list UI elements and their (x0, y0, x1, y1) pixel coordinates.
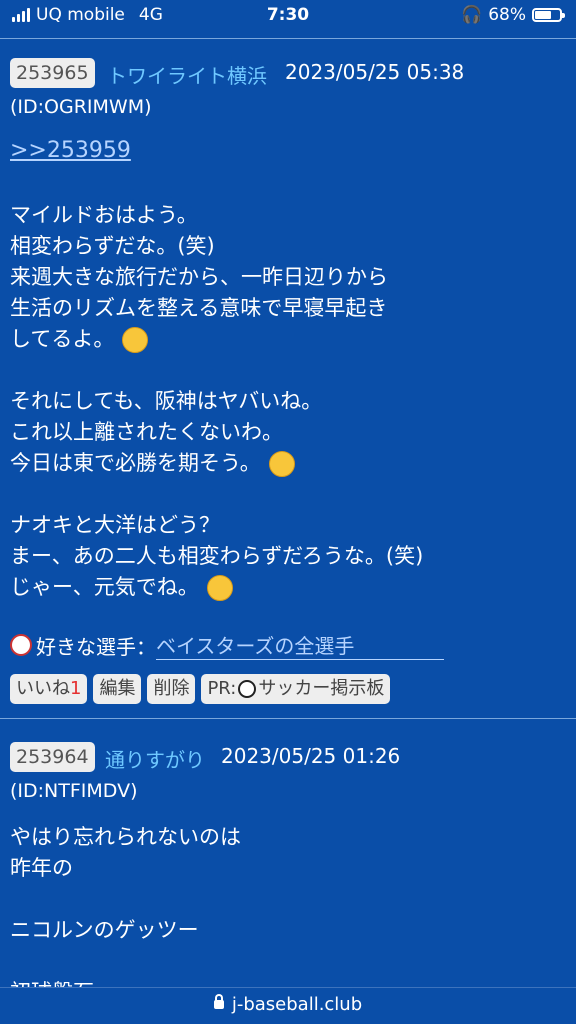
post-number[interactable]: 253965 (10, 58, 95, 88)
post-line: マイルドおはよう。 (10, 203, 198, 227)
post-number[interactable]: 253964 (10, 742, 95, 772)
post-line (10, 884, 241, 915)
status-bar: UQ mobile 4G 7:30 🎧 68% (0, 0, 576, 32)
edit-button[interactable]: 編集 (93, 674, 142, 704)
post-body: やはり忘れられないのは 昨年の ニコルンのゲッツー 初球盤石 (10, 822, 241, 1008)
post-line: じゃー、元気でね。 (10, 572, 423, 603)
post-line: ナオキと大洋はどう？ (10, 513, 220, 537)
smiling-face-icon (206, 575, 233, 601)
post-author[interactable]: トワイライト横浜 (107, 60, 267, 89)
headphones-icon: 🎧 (461, 5, 483, 25)
post-line: それにしても、阪神はヤバいね。 (10, 389, 323, 413)
post-line: してるよ。 (10, 324, 423, 355)
post-user-id: (ID:NTFIMDV) (10, 780, 138, 802)
divider (0, 38, 576, 39)
post-line: 相変わらずだな。(笑) (10, 234, 215, 258)
like-button[interactable]: いいね1 (10, 674, 88, 704)
post-line (10, 479, 423, 510)
post-line: これ以上離されたくないわ。 (10, 420, 283, 444)
post-datetime: 2023/05/25 01:26 (221, 744, 401, 768)
battery-percent: 68% (488, 5, 526, 25)
post-body: マイルドおはよう。 相変わらずだな。(笑) 来週大きな旅行だから、一昨日辺りから… (10, 200, 423, 603)
like-count: 1 (70, 678, 82, 699)
post-header: 253964 通りすがり 2023/05/25 01:26 (0, 740, 576, 780)
smiling-face-icon (268, 451, 295, 477)
post-line: まー、あの二人も相変わらずだろうな。(笑) (10, 544, 424, 568)
baseball-icon (10, 634, 32, 656)
post-line: 今日は東で必勝を期そう。 (10, 448, 423, 479)
post-datetime: 2023/05/25 05:38 (285, 60, 465, 84)
favorite-label: 好きな選手： (36, 634, 156, 659)
favorite-player: 好きな選手： ベイスターズの全選手 (10, 630, 445, 660)
lock-icon (213, 994, 224, 1009)
post-actions: いいね1 編集 削除 PR: サッカー掲示板 (10, 674, 391, 704)
post-author[interactable]: 通りすがり (105, 744, 205, 773)
post-header: 253965 トワイライト横浜 2023/05/25 05:38 (0, 56, 576, 96)
winking-face-icon (122, 327, 149, 353)
url-domain: j-baseball.club (231, 994, 363, 1015)
post-line (10, 946, 241, 977)
post-line (10, 355, 423, 386)
favorite-player-link[interactable]: ベイスターズの全選手 (156, 630, 445, 660)
divider (0, 718, 576, 719)
post-line: やはり忘れられないのは (10, 825, 241, 849)
delete-button[interactable]: 削除 (147, 674, 196, 704)
post-line: 昨年の (10, 856, 73, 880)
battery-icon (532, 8, 565, 22)
post-line: ニコルンのゲッツー (10, 918, 199, 942)
post-line: 生活のリズムを整える意味で早寝早起き (10, 296, 388, 320)
url-bar[interactable]: j-baseball.club (0, 987, 576, 1024)
post-line: 来週大きな旅行だから、一昨日辺りから (10, 265, 388, 289)
soccer-ball-icon (238, 680, 257, 698)
post-user-id: (ID:OGRIMWM) (10, 96, 152, 118)
reply-anchor-link[interactable]: >>253959 (10, 138, 131, 163)
post: 253964 通りすがり 2023/05/25 01:26 (ID:NTFIMD… (0, 740, 576, 1004)
status-right: 🎧 68% (461, 5, 565, 25)
pr-soccer-board-button[interactable]: PR: サッカー掲示板 (201, 674, 391, 704)
post: 253965 トワイライト横浜 2023/05/25 05:38 (ID:OGR… (0, 56, 576, 704)
